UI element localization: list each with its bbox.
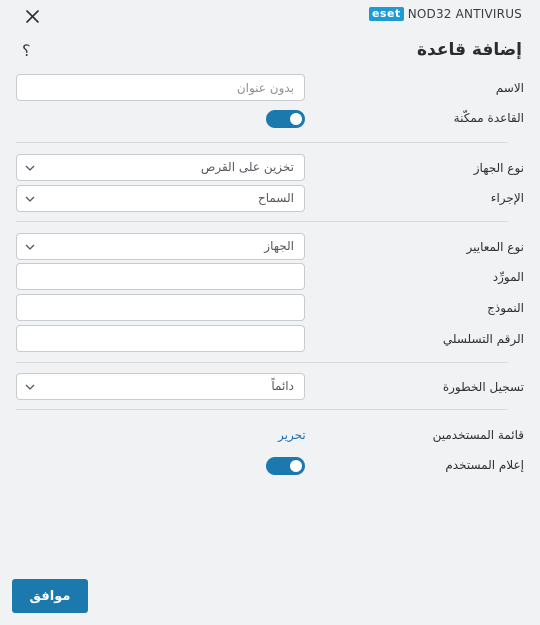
product-name: NOD32 ANTIVIRUS: [407, 7, 522, 21]
logging-severity-select[interactable]: دائماً: [16, 373, 305, 400]
divider: [16, 142, 508, 143]
toggle-knob: [290, 113, 302, 125]
device-type-label: نوع الجهاز: [473, 161, 524, 175]
edit-user-list-link[interactable]: تحرير: [278, 428, 306, 442]
user-list-label: قائمة المستخدمين: [432, 428, 524, 442]
model-label: النموذج: [487, 301, 524, 315]
serial-number-input[interactable]: [16, 325, 305, 352]
help-icon[interactable]: ؟: [22, 41, 31, 60]
toggle-knob: [290, 460, 302, 472]
criteria-type-select[interactable]: الجهاز: [16, 233, 305, 260]
criteria-type-dropdown[interactable]: الجهاز: [16, 233, 305, 260]
eset-logo: eset: [368, 7, 404, 21]
chevron-down-icon: [25, 244, 35, 250]
rule-enabled-toggle[interactable]: [266, 110, 305, 128]
chevron-down-icon: [25, 165, 35, 171]
action-value: السماح: [257, 191, 294, 205]
serial-number-label: الرقم التسلسلي: [442, 332, 524, 346]
name-label: الاسم: [495, 81, 524, 95]
chevron-down-icon: [25, 384, 35, 390]
vendor-input[interactable]: [16, 263, 305, 290]
name-field-wrapper: [16, 74, 305, 101]
logging-severity-value: دائماً: [271, 379, 294, 393]
ok-button[interactable]: موافق: [12, 579, 88, 613]
device-type-dropdown[interactable]: تخزين على القرص: [16, 154, 305, 181]
model-field-wrapper: [16, 294, 305, 321]
close-icon: [25, 9, 39, 23]
divider: [16, 362, 508, 363]
notify-user-label: إعلام المستخدم: [445, 458, 524, 472]
notify-user-toggle[interactable]: [266, 457, 305, 475]
divider: [16, 221, 508, 222]
vendor-label: المورِّد: [492, 270, 524, 284]
logging-severity-dropdown[interactable]: دائماً: [16, 373, 305, 400]
serial-field-wrapper: [16, 325, 305, 352]
title-bar: eset NOD32 ANTIVIRUS: [0, 0, 540, 32]
chevron-down-icon: [25, 196, 35, 202]
name-input[interactable]: [16, 74, 305, 101]
action-select[interactable]: السماح: [16, 185, 305, 212]
close-button[interactable]: [22, 6, 42, 26]
criteria-type-label: نوع المعايير: [466, 240, 524, 254]
model-input[interactable]: [16, 294, 305, 321]
device-type-value: تخزين على القرص: [200, 160, 294, 174]
device-type-select[interactable]: تخزين على القرص: [16, 154, 305, 181]
rule-enabled-label: القاعدة ممكّنة: [453, 111, 524, 125]
criteria-type-value: الجهاز: [264, 239, 294, 253]
action-label: الإجراء: [490, 191, 524, 205]
action-dropdown[interactable]: السماح: [16, 185, 305, 212]
brand: eset NOD32 ANTIVIRUS: [368, 7, 522, 21]
logging-severity-label: تسجيل الخطورة: [442, 380, 524, 394]
divider: [16, 409, 508, 410]
page-title: إضافة قاعدة: [417, 40, 522, 60]
vendor-field-wrapper: [16, 263, 305, 290]
